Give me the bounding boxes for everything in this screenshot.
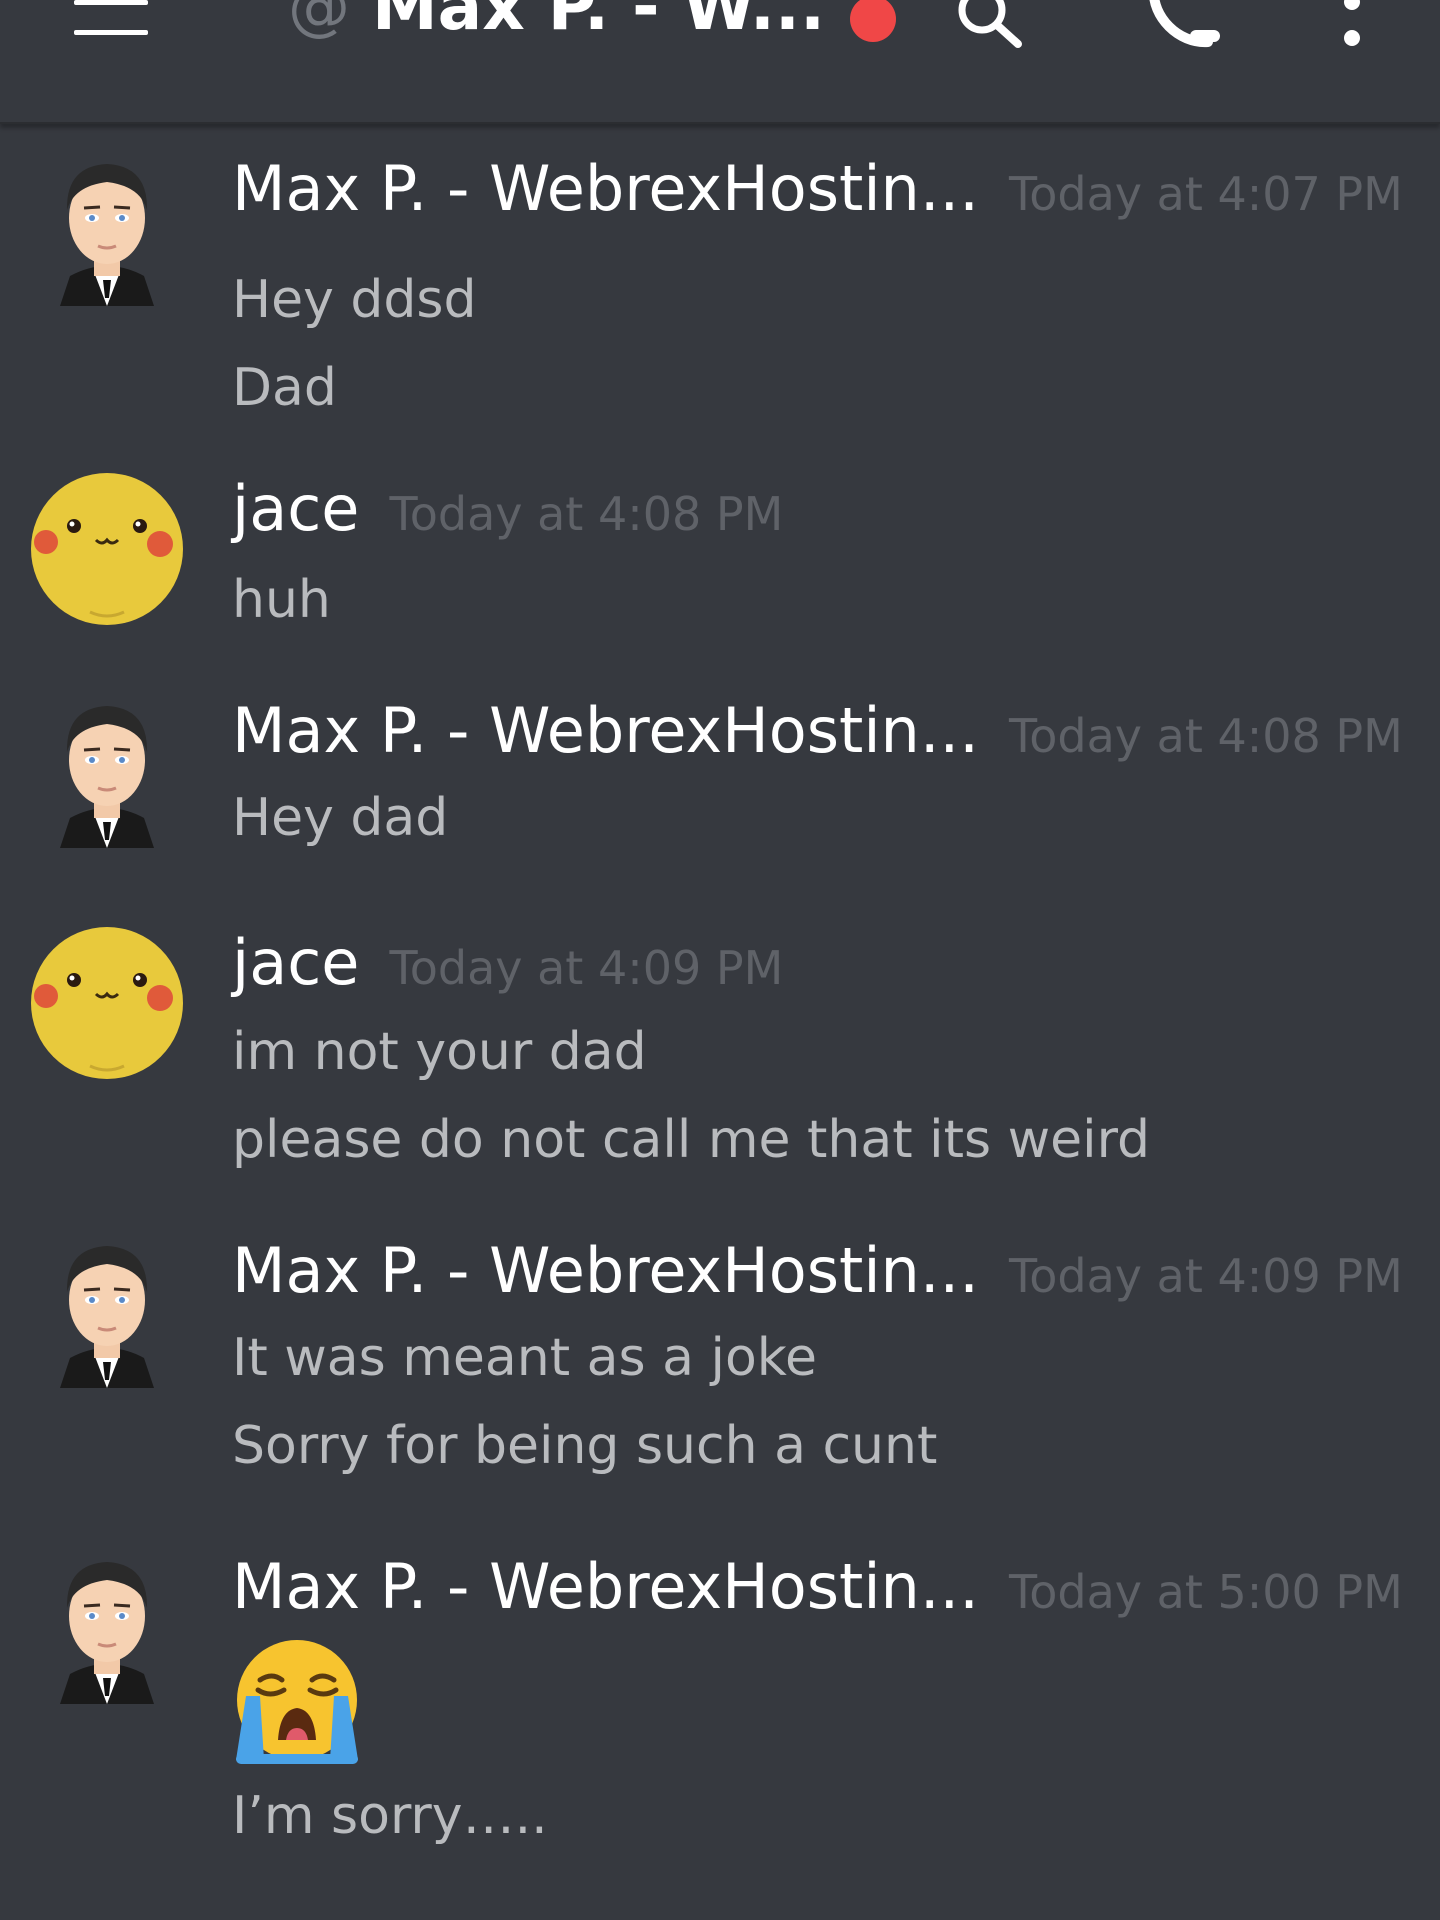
businessman-avatar[interactable]	[30, 152, 184, 306]
message-text: Hey dad	[232, 788, 449, 848]
message-header: Max P. - WebrexHostin... Today at 4:08 PM	[232, 700, 1403, 762]
message-text: It was meant as a joke	[232, 1328, 818, 1388]
channel-header: @ Max P. - W...	[0, 0, 1440, 124]
author-name[interactable]: Max P. - WebrexHostin...	[232, 1550, 979, 1623]
message-text: please do not call me that its weird	[232, 1110, 1151, 1170]
message-header: jace Today at 4:08 PM	[232, 478, 783, 540]
message-text: im not your dad	[232, 1022, 647, 1082]
message-text: I’m sorry…..	[232, 1786, 548, 1846]
loudly-crying-face-emoji[interactable]	[230, 1636, 364, 1770]
message-text: Sorry for being such a cunt	[232, 1416, 938, 1476]
message-header: Max P. - WebrexHostin... Today at 4:09 PM	[232, 1240, 1403, 1302]
at-icon: @	[288, 0, 350, 43]
author-name[interactable]: Max P. - WebrexHostin...	[232, 1234, 979, 1307]
author-name[interactable]: Max P. - WebrexHostin...	[232, 694, 979, 767]
timestamp: Today at 4:08 PM	[1008, 709, 1403, 763]
timestamp: Today at 4:08 PM	[389, 487, 784, 541]
search-icon[interactable]	[948, 0, 1032, 50]
phone-icon[interactable]	[1142, 0, 1226, 50]
timestamp: Today at 5:00 PM	[1008, 1565, 1403, 1619]
message-header: Max P. - WebrexHostin... Today at 5:00 PM	[232, 1556, 1403, 1618]
pikachu-avatar[interactable]	[30, 926, 184, 1080]
message-text: Dad	[232, 358, 337, 418]
message-text: huh	[232, 570, 331, 630]
timestamp: Today at 4:09 PM	[1008, 1249, 1403, 1303]
message-text: Hey ddsd	[232, 270, 477, 330]
author-name[interactable]: jace	[232, 926, 359, 999]
businessman-avatar[interactable]	[30, 1234, 184, 1388]
timestamp: Today at 4:09 PM	[389, 941, 784, 995]
channel-title[interactable]: Max P. - W...	[372, 0, 825, 40]
pikachu-avatar[interactable]	[30, 472, 184, 626]
status-dot-icon	[850, 0, 896, 42]
timestamp: Today at 4:07 PM	[1008, 167, 1403, 221]
menu-icon[interactable]	[72, 0, 152, 42]
message-header: Max P. - WebrexHostin... Today at 4:07 PM	[232, 158, 1403, 220]
message-list[interactable]: Max P. - WebrexHostin... Today at 4:07 PM…	[0, 122, 1440, 1920]
businessman-avatar[interactable]	[30, 1550, 184, 1704]
message-header: jace Today at 4:09 PM	[232, 932, 783, 994]
author-name[interactable]: jace	[232, 472, 359, 545]
more-options-icon[interactable]	[1312, 0, 1392, 50]
businessman-avatar[interactable]	[30, 694, 184, 848]
author-name[interactable]: Max P. - WebrexHostin...	[232, 152, 979, 225]
